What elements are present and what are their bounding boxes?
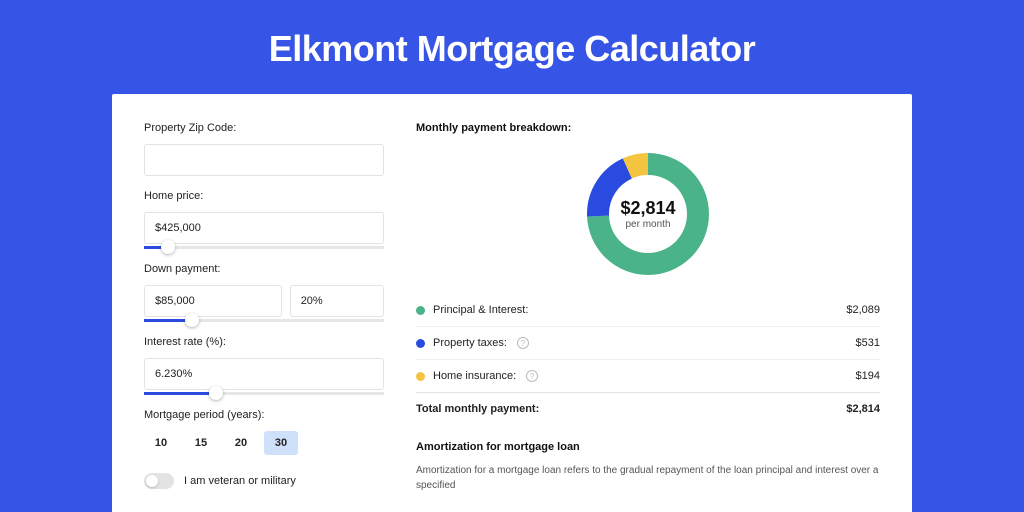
period-10-button[interactable]: 10 [144, 431, 178, 455]
down-payment-pct-input[interactable] [290, 285, 384, 317]
tax-value: $531 [856, 337, 880, 349]
down-payment-slider[interactable] [144, 319, 384, 322]
pi-value: $2,089 [846, 304, 880, 316]
veteran-toggle[interactable] [144, 473, 174, 489]
total-label: Total monthly payment: [416, 403, 539, 415]
pi-label: Principal & Interest: [433, 304, 528, 316]
breakdown-column: Monthly payment breakdown: $2,814 per mo… [416, 122, 880, 512]
total-value: $2,814 [846, 403, 880, 415]
ins-label: Home insurance: [433, 370, 516, 382]
period-label: Mortgage period (years): [144, 409, 384, 421]
breakdown-row-tax: Property taxes: ? $531 [416, 327, 880, 360]
zip-label: Property Zip Code: [144, 122, 384, 134]
period-30-button[interactable]: 30 [264, 431, 298, 455]
calculator-card: Property Zip Code: Home price: Down paym… [112, 94, 912, 512]
amort-text: Amortization for a mortgage loan refers … [416, 463, 880, 493]
breakdown-row-total: Total monthly payment: $2,814 [416, 392, 880, 425]
dot-icon [416, 339, 425, 348]
zip-input[interactable] [144, 144, 384, 176]
period-20-button[interactable]: 20 [224, 431, 258, 455]
interest-rate-input[interactable] [144, 358, 384, 390]
page-title: Elkmont Mortgage Calculator [0, 0, 1024, 94]
tax-label: Property taxes: [433, 337, 507, 349]
ins-value: $194 [856, 370, 880, 382]
slider-thumb[interactable] [209, 386, 223, 400]
dot-icon [416, 306, 425, 315]
down-payment-input[interactable] [144, 285, 282, 317]
slider-thumb[interactable] [185, 313, 199, 327]
interest-rate-slider[interactable] [144, 392, 384, 395]
info-icon[interactable]: ? [526, 370, 538, 382]
home-price-slider[interactable] [144, 246, 384, 249]
dot-icon [416, 372, 425, 381]
period-group: 10 15 20 30 [144, 431, 384, 455]
interest-rate-label: Interest rate (%): [144, 336, 384, 348]
home-price-input[interactable] [144, 212, 384, 244]
down-payment-label: Down payment: [144, 263, 384, 275]
donut-center-value: $2,814 [620, 198, 675, 219]
veteran-label: I am veteran or military [184, 475, 296, 487]
home-price-label: Home price: [144, 190, 384, 202]
form-column: Property Zip Code: Home price: Down paym… [144, 122, 384, 512]
slider-thumb[interactable] [161, 240, 175, 254]
info-icon[interactable]: ? [517, 337, 529, 349]
breakdown-title: Monthly payment breakdown: [416, 122, 880, 134]
breakdown-row-pi: Principal & Interest: $2,089 [416, 294, 880, 327]
amort-title: Amortization for mortgage loan [416, 441, 880, 453]
donut-center-sub: per month [625, 219, 670, 230]
period-15-button[interactable]: 15 [184, 431, 218, 455]
breakdown-row-ins: Home insurance: ? $194 [416, 360, 880, 393]
payment-donut-chart: $2,814 per month [586, 152, 710, 276]
